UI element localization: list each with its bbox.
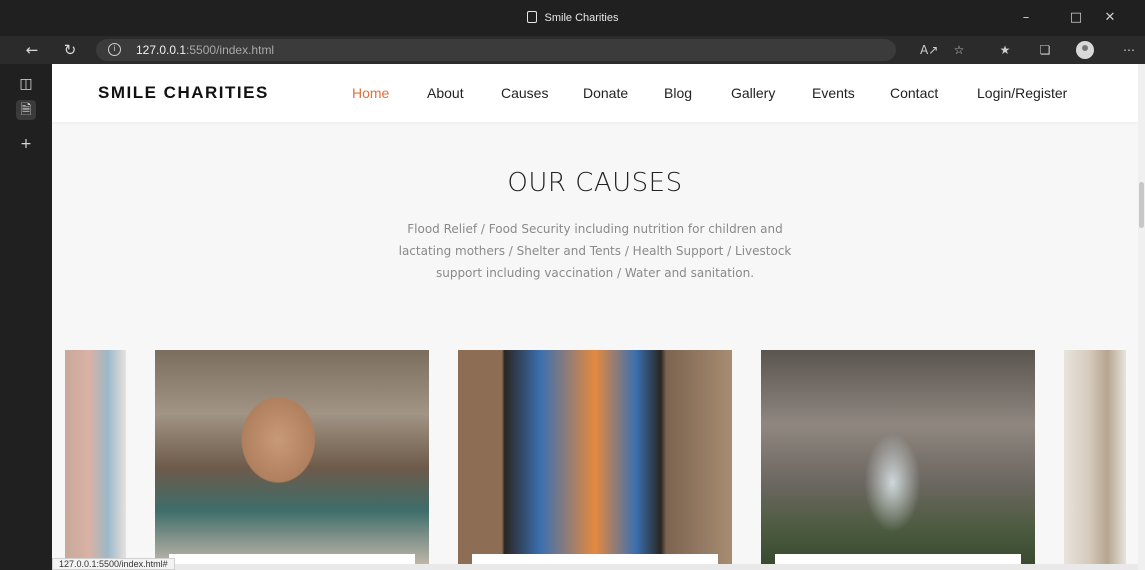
url-path: :5500/index.html: [186, 43, 275, 57]
tab-title-text: Smile Charities: [544, 12, 619, 24]
causes-title: OUR CAUSES: [507, 168, 683, 198]
causes-description-line: support including vaccination / Water an…: [435, 266, 755, 280]
nav-events[interactable]: Events: [812, 85, 855, 101]
close-icon[interactable]: ✕: [1096, 8, 1124, 28]
minimize-icon[interactable]: –: [1012, 8, 1040, 28]
cause-image-water-tap: [761, 350, 1035, 564]
causes-description: Flood Relief / Food Security including n…: [372, 218, 818, 284]
title-bar: Smile Charities – □ ✕: [0, 0, 1145, 36]
url-field[interactable]: i 127.0.0.1:5500/index.html: [96, 39, 896, 61]
nav-causes[interactable]: Causes: [501, 85, 548, 101]
favorites-icon[interactable]: ★: [996, 41, 1014, 59]
vertical-tab-sidebar: ◫ 🗎 +: [0, 64, 52, 570]
causes-description-line: lactating mothers / Shelter and Tents / …: [398, 244, 792, 258]
more-icon[interactable]: ⋯: [1120, 41, 1138, 59]
nav-donate[interactable]: Donate: [583, 85, 628, 101]
collections-icon[interactable]: ❏: [1036, 41, 1054, 59]
nav-blog[interactable]: Blog: [664, 85, 692, 101]
cause-card-partial-right[interactable]: [1064, 350, 1126, 564]
url-host: 127.0.0.1: [136, 43, 187, 57]
cause-card[interactable]: [155, 350, 429, 564]
new-tab-icon[interactable]: +: [16, 134, 36, 154]
site-navbar: SMILE CHARITIES Home About Causes Donate…: [52, 64, 1138, 122]
cause-card-partial-left[interactable]: [65, 350, 126, 564]
cause-image-children-window: [458, 350, 732, 564]
add-favorite-icon[interactable]: ☆: [950, 41, 968, 59]
address-bar: ← ↻ i 127.0.0.1:5500/index.html A↗ ☆ ★ ❏…: [0, 36, 1145, 64]
info-icon[interactable]: i: [108, 43, 121, 56]
nav-gallery[interactable]: Gallery: [731, 85, 775, 101]
page-viewport: SMILE CHARITIES Home About Causes Donate…: [52, 64, 1138, 564]
causes-description-line: Flood Relief / Food Security including n…: [407, 222, 783, 236]
back-icon[interactable]: ←: [22, 40, 42, 60]
nav-contact[interactable]: Contact: [890, 85, 938, 101]
url-text: 127.0.0.1:5500/index.html: [136, 43, 274, 57]
nav-login-register[interactable]: Login/Register: [977, 85, 1067, 101]
cause-card-caption: [169, 554, 415, 564]
vertical-scrollbar-thumb[interactable]: [1139, 182, 1144, 228]
restore-icon[interactable]: □: [1062, 8, 1090, 28]
vertical-scrollbar[interactable]: [1138, 64, 1145, 570]
profile-avatar[interactable]: [1076, 41, 1094, 59]
cause-image-walking: [1064, 350, 1126, 564]
nav-home[interactable]: Home: [352, 85, 389, 101]
refresh-icon[interactable]: ↻: [60, 40, 80, 60]
cause-image-boy: [155, 350, 429, 564]
horizontal-scrollbar[interactable]: [52, 564, 1138, 570]
read-aloud-icon[interactable]: A↗: [920, 41, 938, 59]
site-brand[interactable]: SMILE CHARITIES: [98, 83, 269, 103]
link-status-bar: 127.0.0.1:5500/index.html#: [52, 558, 175, 570]
browser-window: Smile Charities – □ ✕ ← ↻ i 127.0.0.1:55…: [0, 0, 1145, 570]
tab-title[interactable]: Smile Charities: [0, 11, 1145, 24]
current-tab-icon[interactable]: 🗎: [16, 100, 36, 120]
cause-image-girl: [65, 350, 126, 564]
cause-card-caption: [775, 554, 1021, 564]
tab-actions-icon[interactable]: ◫: [16, 74, 36, 94]
cause-card[interactable]: [761, 350, 1035, 564]
cause-card-caption: [472, 554, 718, 564]
page-icon: [526, 11, 537, 23]
cause-card[interactable]: [458, 350, 732, 564]
nav-about[interactable]: About: [427, 85, 464, 101]
